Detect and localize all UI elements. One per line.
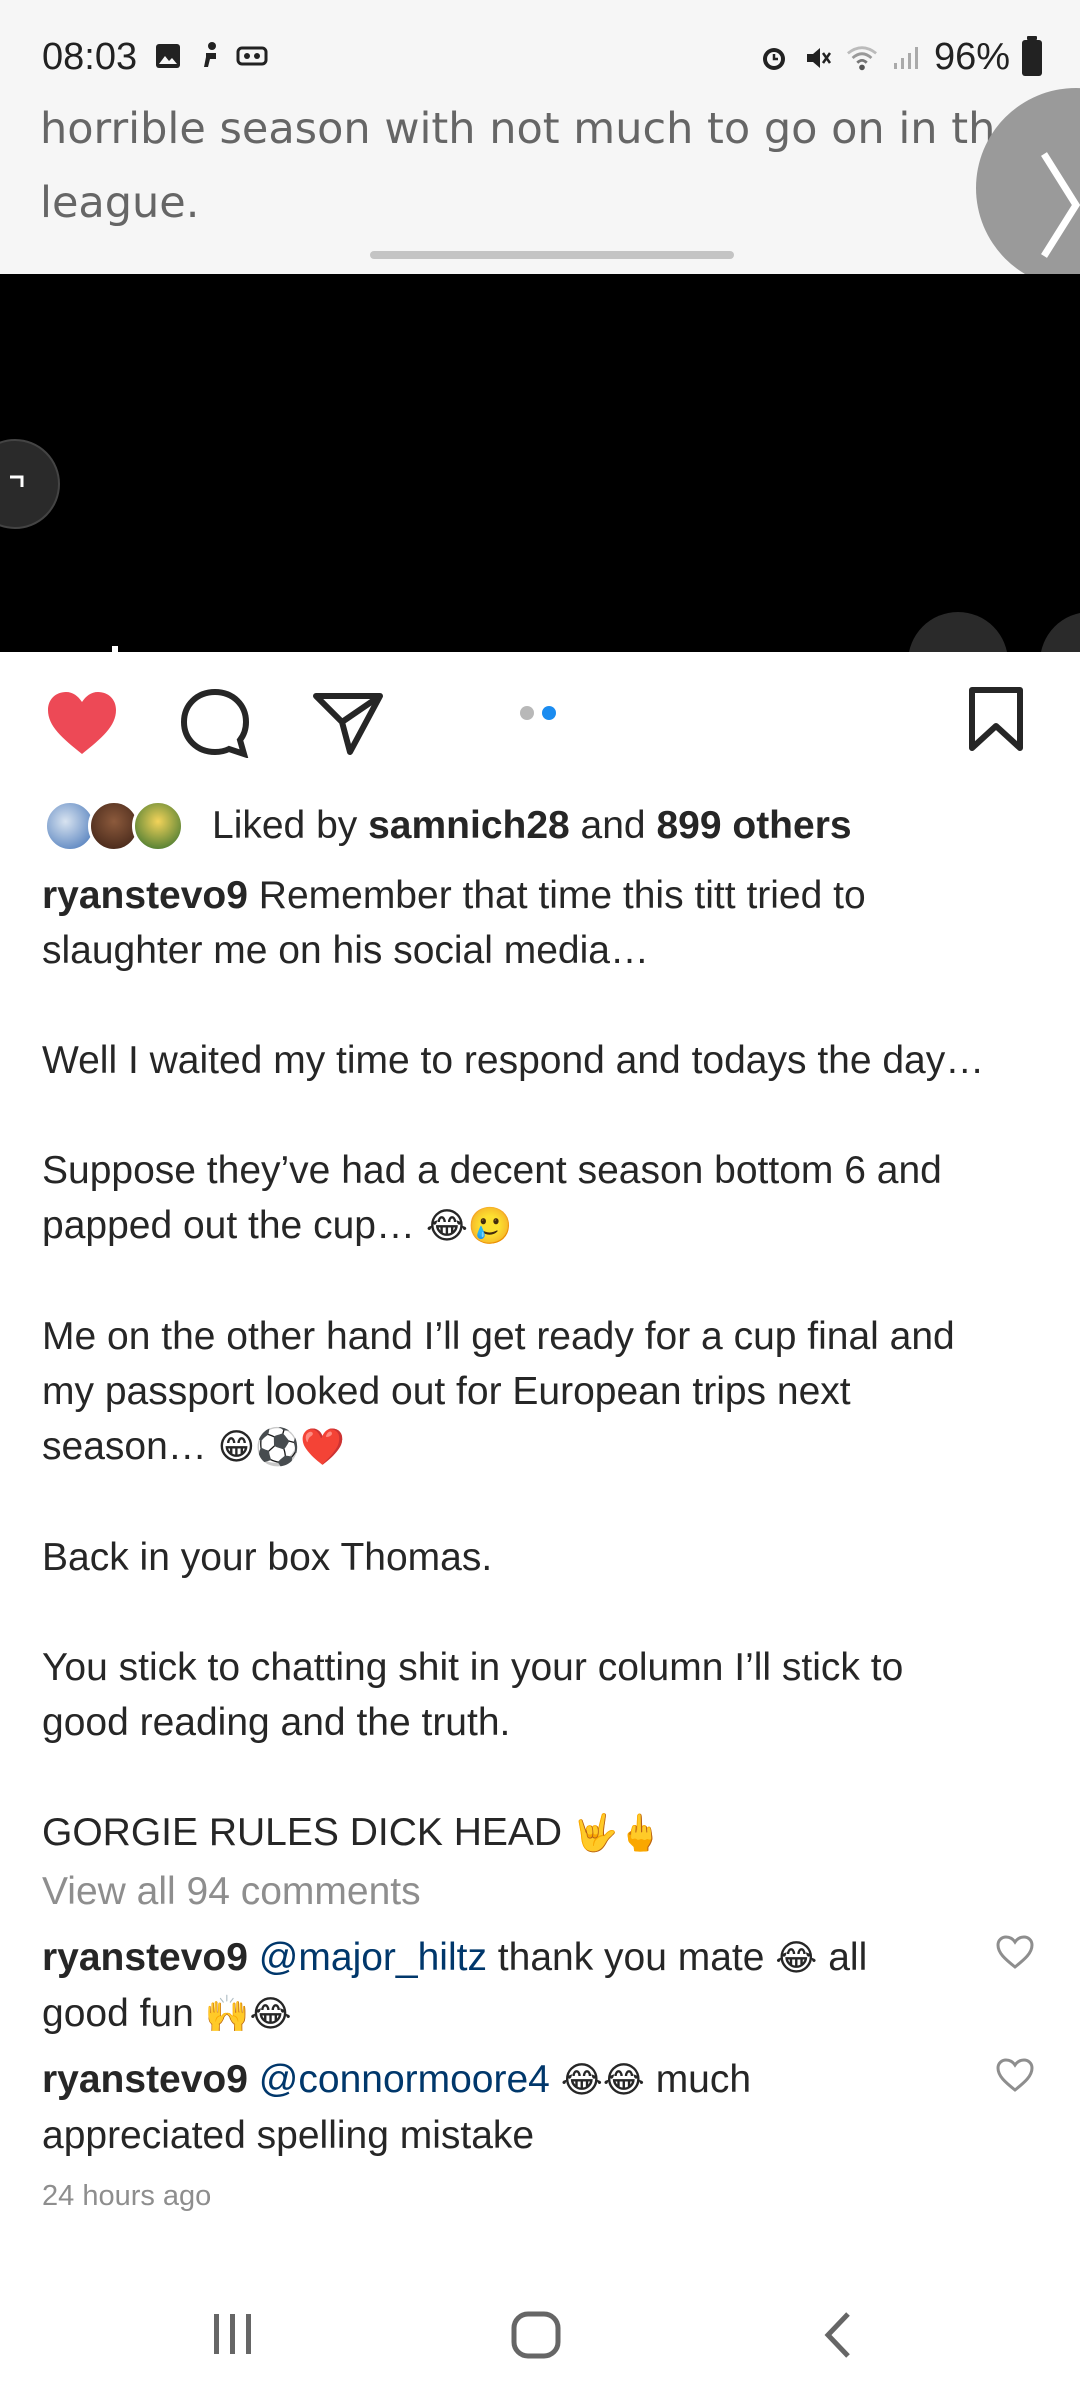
media-caret bbox=[112, 646, 118, 652]
hand-gesture-emoji-icon: 🤟🖕 bbox=[572, 1813, 663, 1854]
comment-like-heart-icon[interactable] bbox=[996, 2058, 1034, 2097]
carousel-dot bbox=[520, 706, 534, 720]
likes-middle: and bbox=[569, 804, 657, 847]
raised-hands-emoji-icon: 🙌😂 bbox=[204, 1994, 292, 2035]
caption-line: my passport looked out for European trip… bbox=[42, 1370, 851, 1413]
like-heart-icon[interactable] bbox=[46, 690, 118, 761]
caption-line: GORGIE RULES DICK HEAD bbox=[42, 1811, 563, 1854]
laughing-emoji-icon: 😂 bbox=[775, 1938, 818, 1979]
article-preview-text: horrible season with not much to go on i… bbox=[40, 92, 1030, 240]
home-icon[interactable] bbox=[510, 2308, 564, 2367]
caption-username[interactable]: ryanstevo9 bbox=[42, 874, 248, 917]
chevron-right-icon bbox=[1041, 152, 1080, 258]
carousel-indicator bbox=[520, 706, 556, 720]
football-heart-emoji-icon: 😁⚽❤️ bbox=[217, 1427, 345, 1468]
caption-line: Back in your box Thomas. bbox=[42, 1536, 493, 1579]
laughing-emoji-icon: 😂😂 bbox=[560, 2060, 645, 2101]
comment-mention[interactable]: @major_hiltz bbox=[259, 1936, 487, 1979]
system-nav-bar bbox=[0, 2290, 1080, 2400]
likes-prefix: Liked by bbox=[212, 804, 369, 847]
recent-apps-icon[interactable] bbox=[208, 2308, 258, 2363]
battery-icon bbox=[1022, 35, 1042, 76]
comment-text: much bbox=[644, 2058, 752, 2101]
comment-item: ryanstevo9 @connormoore4 😂😂 much appreci… bbox=[42, 2052, 962, 2163]
laughing-emoji-icon: 😂🥲 bbox=[425, 1206, 513, 1247]
caption-line bbox=[42, 1475, 1042, 1530]
caption-line: Suppose they’ve had a decent season bott… bbox=[42, 1149, 942, 1192]
comment-text: all bbox=[817, 1936, 868, 1979]
mute-icon bbox=[802, 42, 834, 74]
media-audio-button[interactable] bbox=[1040, 612, 1080, 652]
gallery-icon bbox=[152, 40, 184, 72]
caption-line: papped out the cup… bbox=[42, 1204, 415, 1247]
likes-count[interactable]: 899 others bbox=[656, 804, 851, 847]
comment-text: thank you mate bbox=[486, 1936, 776, 1979]
comment-username[interactable]: ryanstevo9 bbox=[42, 1936, 248, 1979]
post-timestamp: 24 hours ago bbox=[42, 2180, 212, 2212]
carousel-dot-active bbox=[542, 706, 556, 720]
caption-line bbox=[42, 1750, 1042, 1805]
share-send-icon[interactable] bbox=[312, 690, 384, 761]
caption-line: You stick to chatting shit in your colum… bbox=[42, 1646, 904, 1689]
comment-username[interactable]: ryanstevo9 bbox=[42, 2058, 248, 2101]
likes-summary[interactable]: Liked by samnich28 and 899 others bbox=[44, 796, 852, 856]
expand-icon bbox=[10, 475, 24, 487]
expand-button[interactable] bbox=[0, 439, 60, 529]
back-icon[interactable] bbox=[818, 2308, 858, 2367]
comment-mention[interactable]: @connormoore4 bbox=[259, 2058, 550, 2101]
battery-percent: 96% bbox=[933, 36, 1010, 78]
caption-line: slaughter me on his social media… bbox=[42, 929, 649, 972]
caption-line bbox=[42, 978, 1042, 1033]
comment-item: ryanstevo9 @major_hiltz thank you mate 😂… bbox=[42, 1930, 962, 2042]
caption-line: Remember that time this titt tried to bbox=[247, 874, 866, 917]
article-line: horrible season with not much to go on i… bbox=[40, 104, 1022, 154]
accessibility-icon bbox=[194, 40, 226, 72]
status-time: 08:03 bbox=[42, 36, 138, 78]
drag-handle[interactable] bbox=[370, 251, 734, 259]
alarm-icon bbox=[758, 42, 790, 74]
comment-text: good fun bbox=[42, 1992, 205, 2035]
avatar bbox=[132, 800, 184, 852]
save-bookmark-icon[interactable] bbox=[966, 686, 1026, 757]
status-bar: 08:03 96% bbox=[0, 0, 1080, 100]
caption-line: season… bbox=[42, 1425, 207, 1468]
liker-username[interactable]: samnich28 bbox=[368, 804, 570, 847]
comment-text bbox=[550, 2058, 561, 2101]
article-line: league. bbox=[40, 178, 200, 228]
likes-text: Liked by samnich28 and 899 others bbox=[212, 804, 852, 848]
comment-icon[interactable] bbox=[180, 688, 250, 763]
view-all-comments-link[interactable]: View all 94 comments bbox=[42, 1870, 421, 1914]
caption-line bbox=[42, 1254, 1042, 1309]
caption-line: Me on the other hand I’ll get ready for … bbox=[42, 1315, 955, 1358]
signal-icon bbox=[890, 42, 922, 74]
caption-line: Well I waited my time to respond and tod… bbox=[42, 1039, 985, 1082]
caption-line bbox=[42, 1585, 1042, 1640]
media-tag-button[interactable] bbox=[908, 612, 1008, 652]
article-preview-panel: 08:03 96% horrible season with not much … bbox=[0, 0, 1080, 274]
caption-line: good reading and the truth. bbox=[42, 1701, 511, 1744]
comment-like-heart-icon[interactable] bbox=[996, 1935, 1034, 1974]
post-media[interactable] bbox=[0, 274, 1080, 652]
post-actions bbox=[0, 680, 1080, 760]
caption-line bbox=[42, 1088, 1042, 1143]
vr-icon bbox=[236, 40, 268, 72]
post-caption: ryanstevo9 Remember that time this titt … bbox=[42, 868, 1042, 1861]
liker-avatars bbox=[44, 798, 194, 854]
comment-text: appreciated spelling mistake bbox=[42, 2114, 535, 2157]
wifi-icon bbox=[846, 42, 878, 74]
